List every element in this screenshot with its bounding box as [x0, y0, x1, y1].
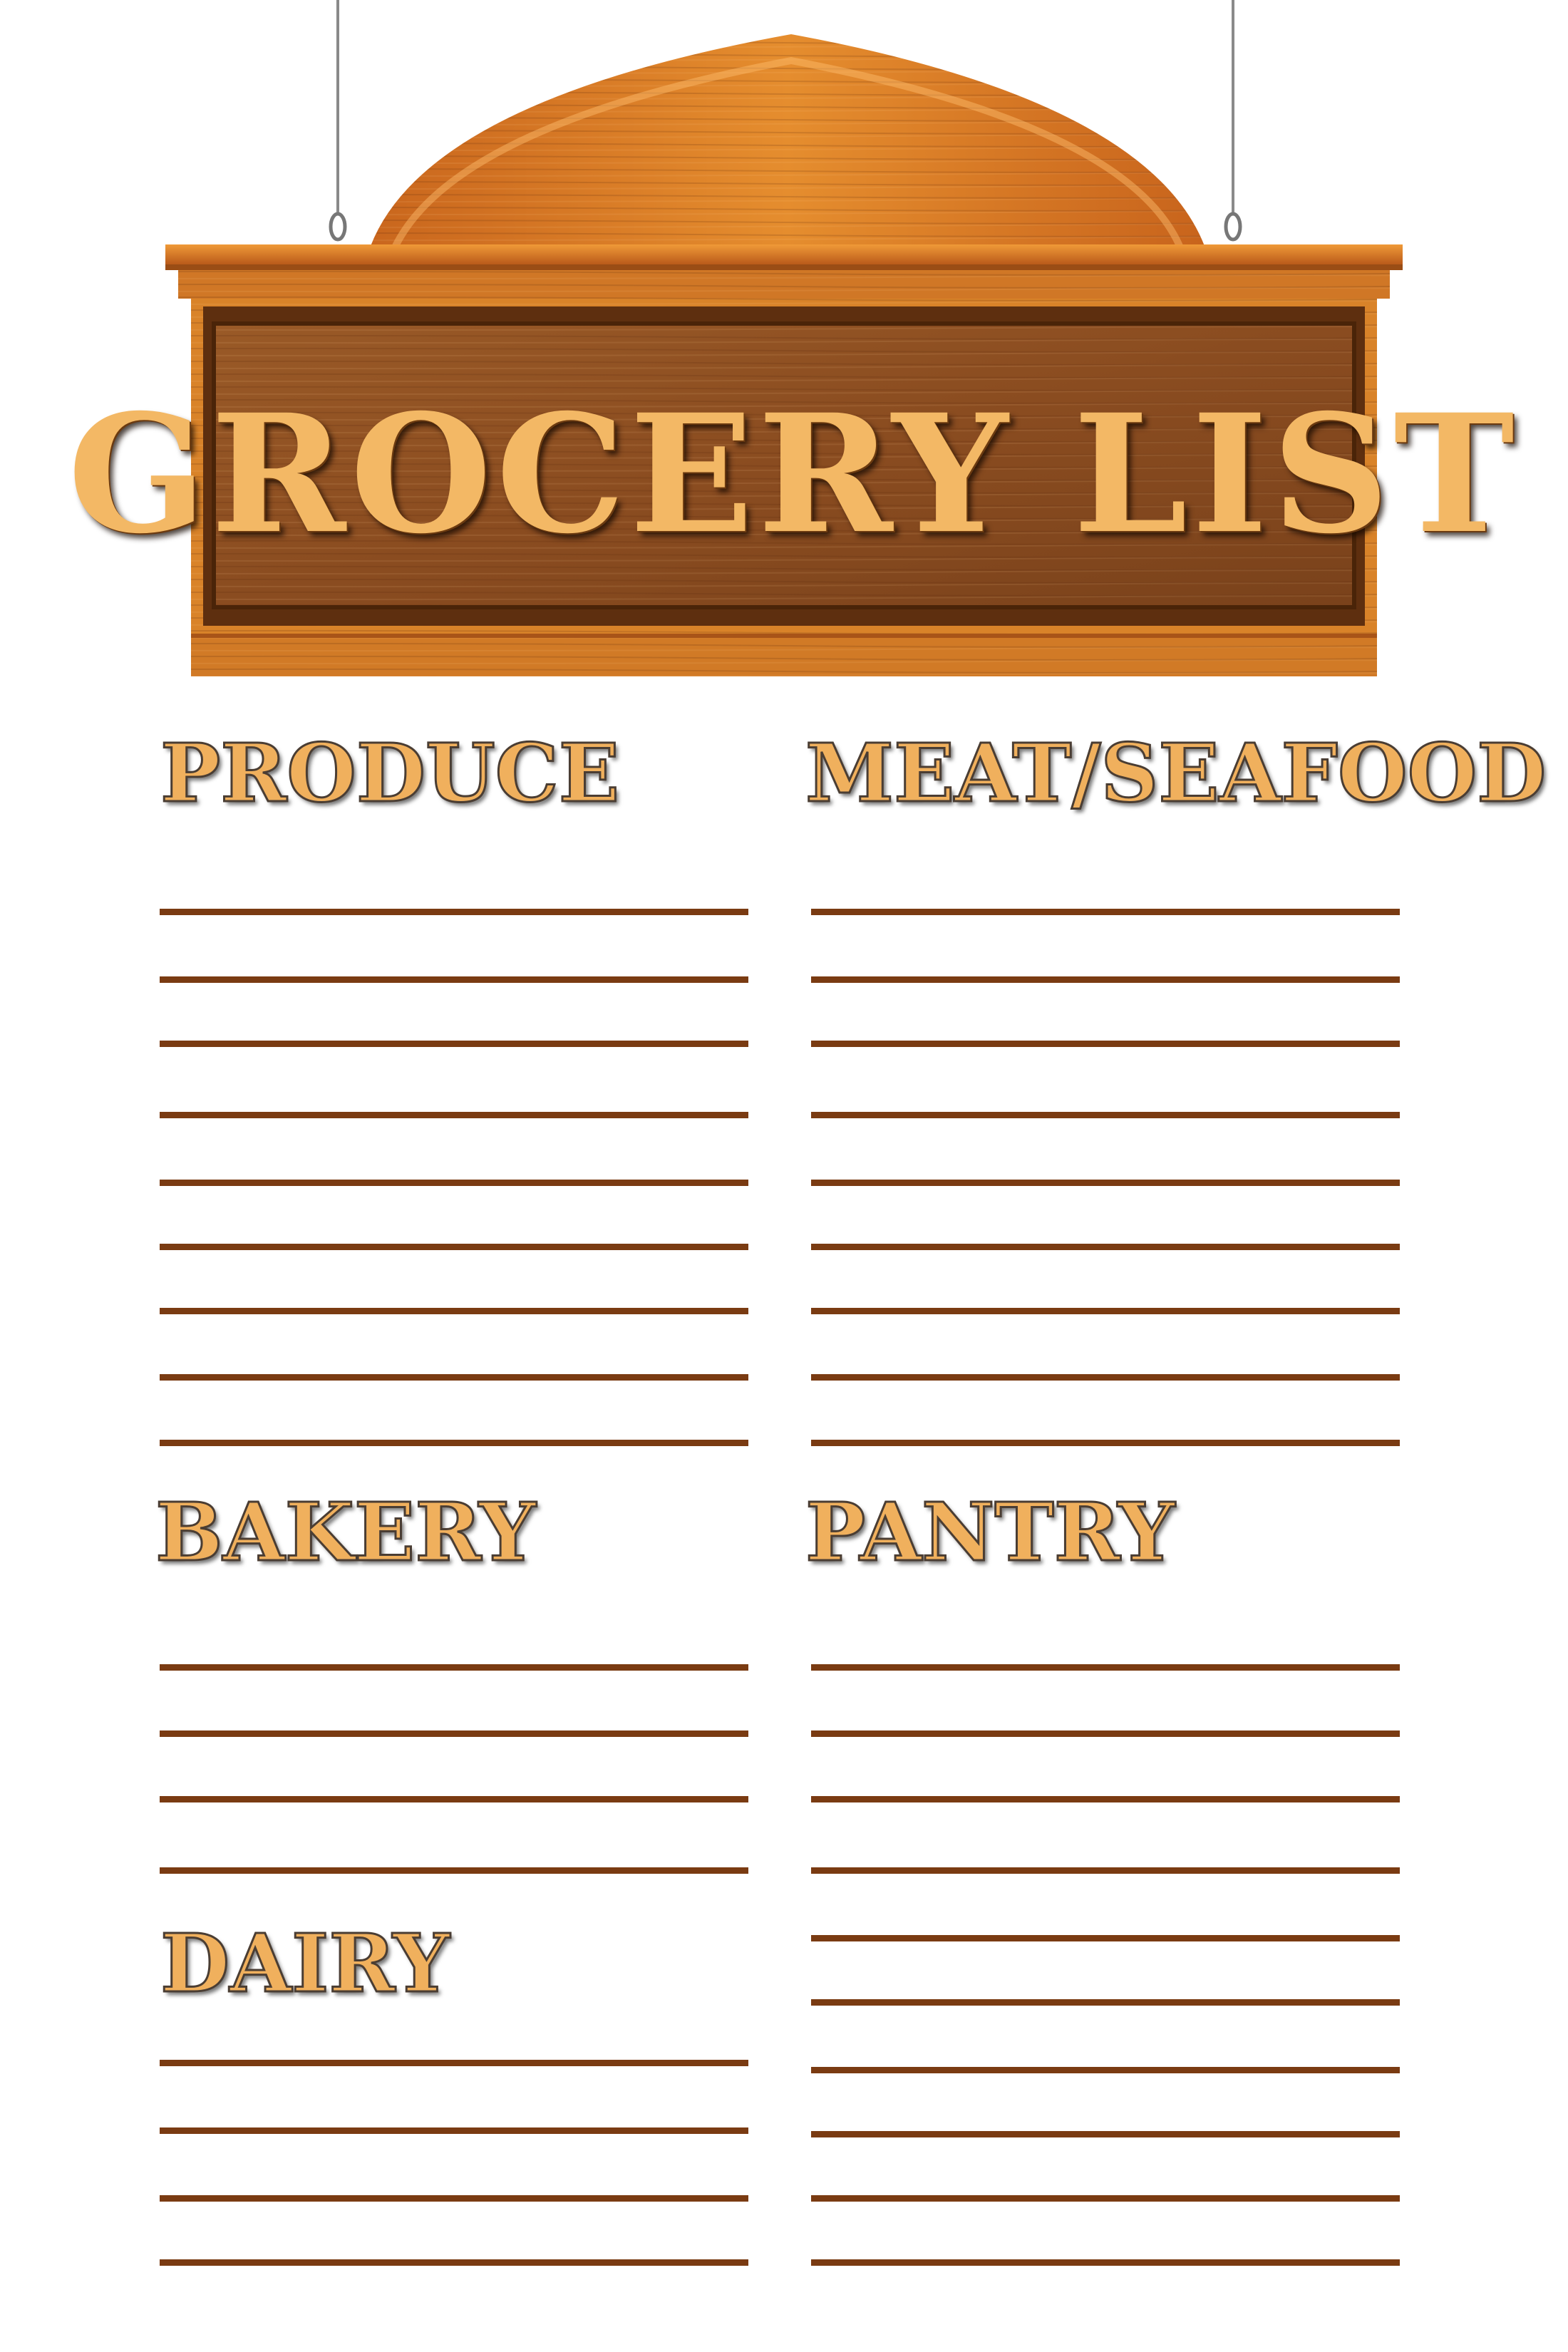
writing-line-bakery[interactable] [160, 1664, 748, 1671]
writing-line-produce[interactable] [160, 1112, 748, 1118]
left-hook [329, 212, 347, 242]
writing-line-meat-seafood[interactable] [811, 1244, 1400, 1250]
writing-line-meat-seafood[interactable] [811, 1308, 1400, 1314]
section-heading-pantry: PANTRY [804, 1485, 1175, 1581]
writing-line-bakery[interactable] [160, 1796, 748, 1802]
writing-line-dairy[interactable] [160, 2259, 748, 2266]
writing-line-pantry[interactable] [811, 1731, 1400, 1737]
writing-line-pantry[interactable] [811, 1867, 1400, 1874]
right-hook [1224, 212, 1242, 242]
writing-line-pantry[interactable] [811, 2067, 1400, 2073]
writing-line-produce[interactable] [160, 1308, 748, 1314]
writing-line-produce[interactable] [160, 976, 748, 983]
writing-line-pantry[interactable] [811, 1796, 1400, 1802]
writing-line-produce[interactable] [160, 1180, 748, 1186]
writing-line-pantry[interactable] [811, 2259, 1400, 2266]
writing-line-meat-seafood[interactable] [811, 1041, 1400, 1047]
writing-line-dairy[interactable] [160, 2060, 748, 2066]
writing-line-meat-seafood[interactable] [811, 909, 1400, 915]
writing-line-meat-seafood[interactable] [811, 1112, 1400, 1118]
section-heading-produce: PRODUCE [159, 726, 620, 822]
writing-line-meat-seafood[interactable] [811, 976, 1400, 983]
sign-title: GROCERY LIST [68, 378, 1519, 569]
writing-line-meat-seafood[interactable] [811, 1440, 1400, 1446]
writing-line-produce[interactable] [160, 1374, 748, 1381]
writing-line-produce[interactable] [160, 1440, 748, 1446]
writing-line-pantry[interactable] [811, 1664, 1400, 1671]
section-heading-dairy: DAIRY [160, 1917, 451, 2012]
writing-line-dairy[interactable] [160, 2195, 748, 2202]
writing-line-pantry[interactable] [811, 1935, 1400, 1941]
writing-line-dairy[interactable] [160, 2127, 748, 2134]
writing-line-pantry[interactable] [811, 2131, 1400, 2137]
section-heading-meat-seafood: MEAT/SEAFOOD [804, 726, 1547, 822]
writing-line-pantry[interactable] [811, 2195, 1400, 2202]
writing-line-meat-seafood[interactable] [811, 1374, 1400, 1381]
hanging-wood-sign [165, 0, 1403, 676]
writing-line-produce[interactable] [160, 1041, 748, 1047]
sign-cap [165, 244, 1403, 264]
writing-line-produce[interactable] [160, 909, 748, 915]
writing-line-meat-seafood[interactable] [811, 1180, 1400, 1186]
writing-line-bakery[interactable] [160, 1867, 748, 1874]
section-heading-bakery: BAKERY [155, 1485, 537, 1581]
writing-line-pantry[interactable] [811, 1999, 1400, 2006]
writing-line-produce[interactable] [160, 1244, 748, 1250]
writing-line-bakery[interactable] [160, 1731, 748, 1737]
